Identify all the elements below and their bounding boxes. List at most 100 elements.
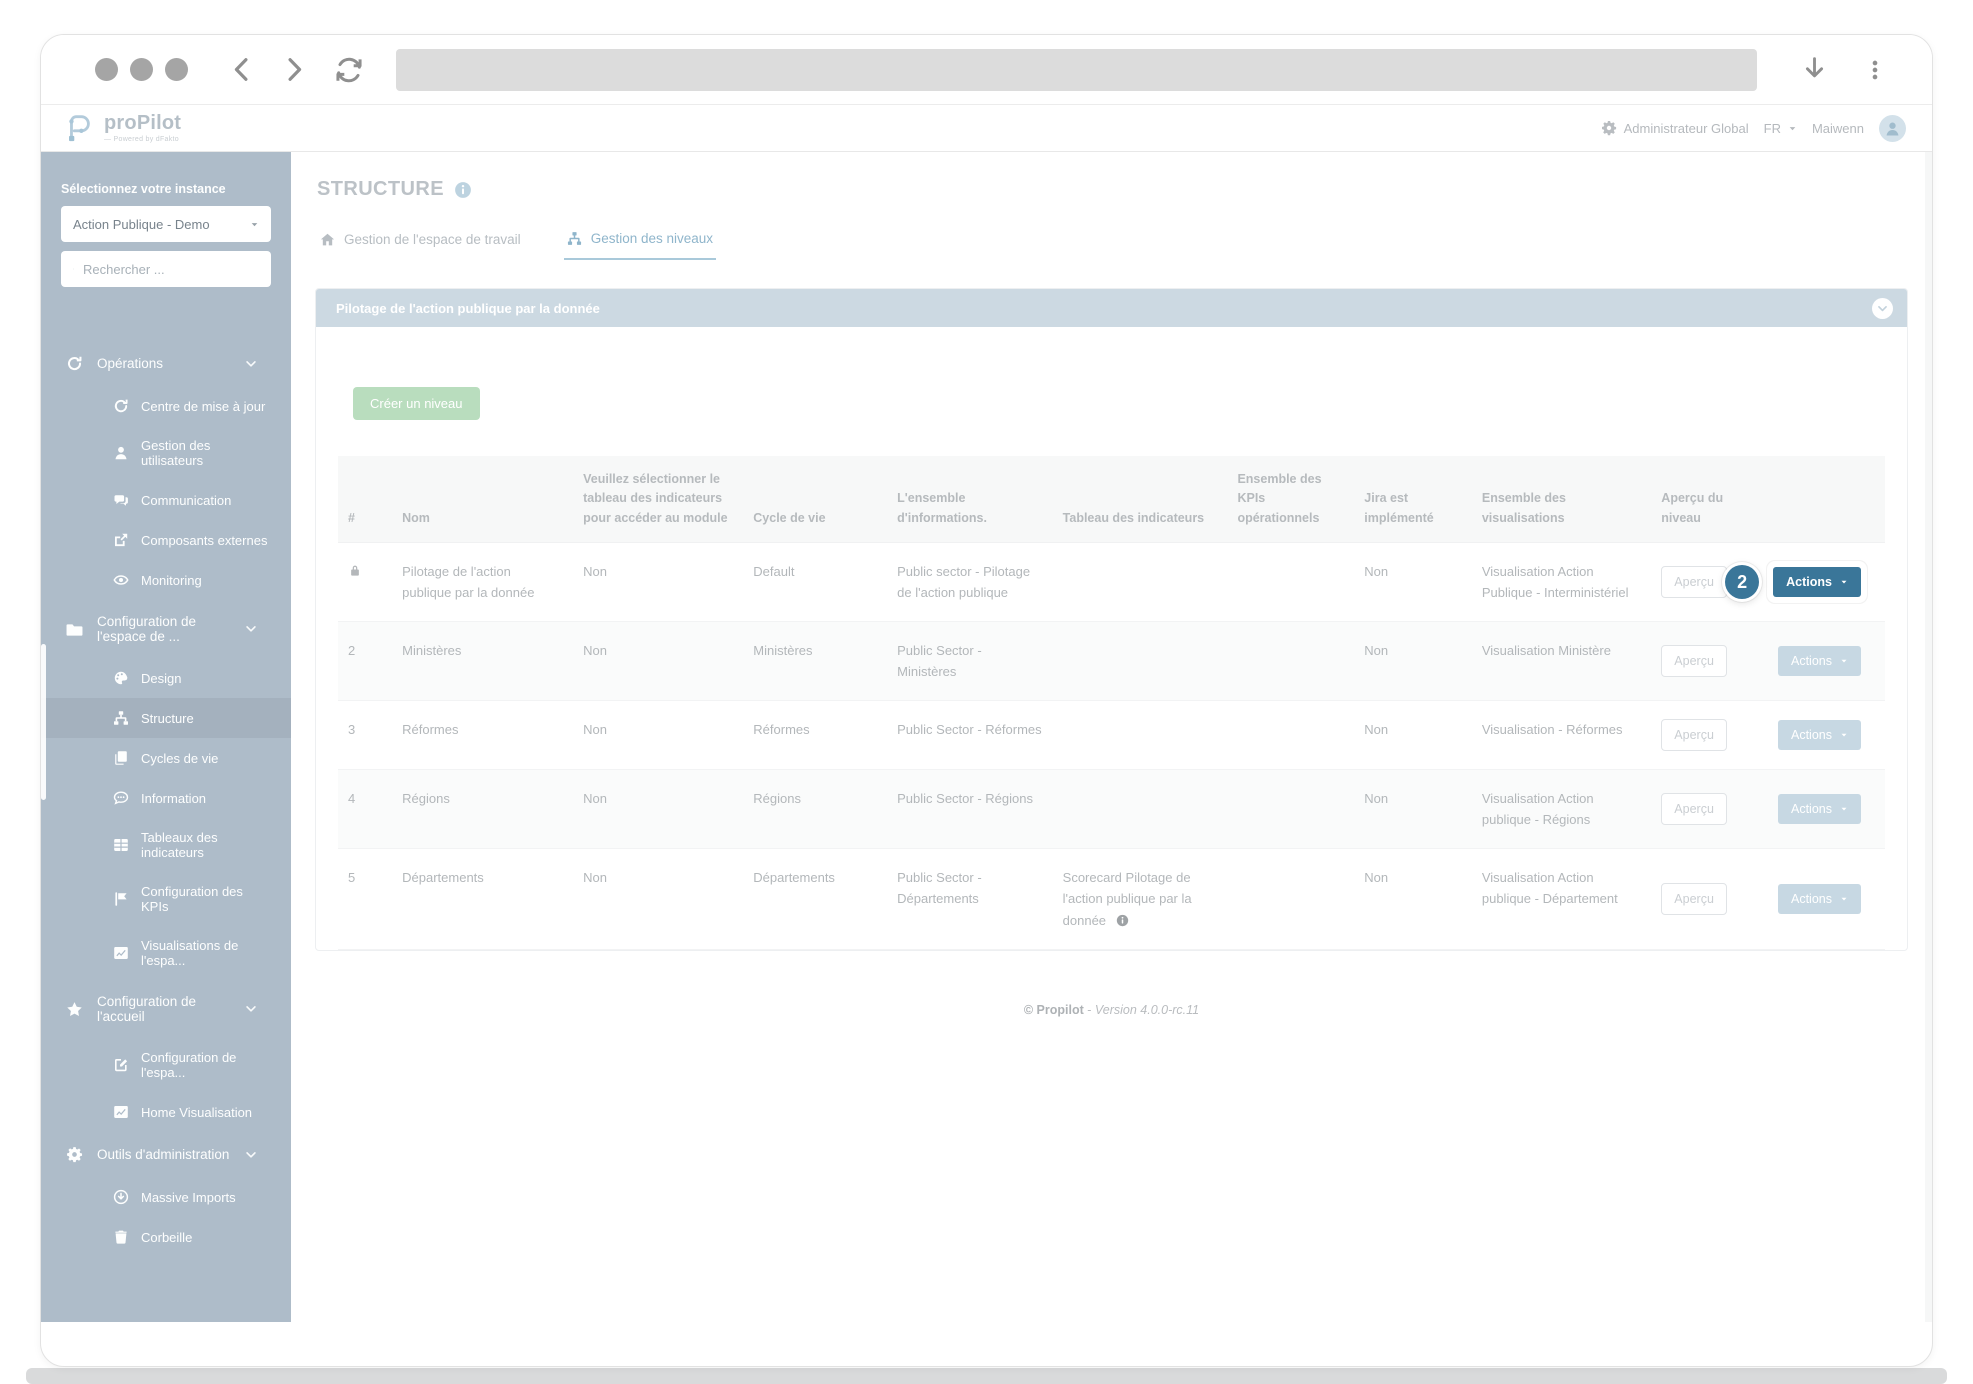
sidebar-item-information[interactable]: Information <box>41 778 291 818</box>
kebab-menu-icon[interactable] <box>1864 59 1886 81</box>
column-header-4: L'ensemble d'informations. <box>887 456 1053 544</box>
cell-number: 5 <box>338 848 393 950</box>
sidebar-section-operations[interactable]: Opérations <box>41 341 291 386</box>
app-header: proPilot — Powered by dFakto Administrat… <box>41 105 1932 152</box>
sidebar-item-gestion-des-utilisateurs[interactable]: Gestion des utilisateurs <box>41 426 291 480</box>
folder-icon <box>66 621 83 638</box>
create-level-button[interactable]: Créer un niveau <box>353 387 480 420</box>
sidebar-item-home-visualisation[interactable]: Home Visualisation <box>41 1092 291 1132</box>
level-panel: Pilotage de l'action publique par la don… <box>315 288 1908 951</box>
actions-button[interactable]: Actions <box>1773 567 1861 598</box>
propilot-logo[interactable]: proPilot — Powered by dFakto <box>63 112 181 144</box>
forward-icon[interactable] <box>281 56 308 83</box>
chevron-down-icon <box>1877 303 1888 314</box>
tab-gestion-des-niveaux[interactable]: Gestion des niveaux <box>563 231 717 260</box>
sidebar-item-monitoring[interactable]: Monitoring <box>41 560 291 600</box>
admin-menu[interactable]: Administrateur Global <box>1601 120 1749 136</box>
sidebar-item-configuration-des-kpis[interactable]: Configuration des KPIs <box>41 872 291 926</box>
cell-module: Non <box>573 542 744 623</box>
column-header-8: Ensemble des visualisations <box>1471 456 1652 544</box>
sidebar-item-label: Centre de mise à jour <box>141 398 266 414</box>
sidebar-item-cycles-de-vie[interactable]: Cycles de vie <box>41 738 291 778</box>
user-menu[interactable]: Maiwenn <box>1812 121 1864 136</box>
cell-nom: Départements <box>392 848 574 950</box>
cell-cycle-de-vie: Départements <box>743 848 888 950</box>
actions-button[interactable]: Actions <box>1778 883 1861 914</box>
lock-icon <box>348 563 362 578</box>
star-icon <box>66 1001 83 1018</box>
main-scrollbar[interactable] <box>1925 152 1932 1322</box>
back-icon[interactable] <box>228 56 255 83</box>
sidebar-item-composants-externes[interactable]: Composants externes <box>41 520 291 560</box>
sidebar-item-label: Configuration de l'espa... <box>141 1050 237 1080</box>
panel-collapse-button[interactable] <box>1872 297 1893 319</box>
external-icon <box>113 532 129 548</box>
sidebar-item-massive-imports[interactable]: Massive Imports <box>41 1177 291 1217</box>
cell-number: 3 <box>338 700 393 771</box>
cell-visualisations: Visualisation Action publique - Régions <box>1471 769 1652 850</box>
cell-tableau-indicateurs <box>1052 769 1228 850</box>
sidebar-item-communication[interactable]: Communication <box>41 480 291 520</box>
gear-icon <box>1601 120 1617 136</box>
cell-cycle-de-vie: Régions <box>743 769 888 850</box>
table-row: 5 Départements Non Départements Public Secto… <box>338 848 1885 950</box>
sidebar-item-label: Monitoring <box>141 572 202 588</box>
avatar[interactable] <box>1879 114 1906 142</box>
search-input[interactable] <box>83 261 259 277</box>
sidebar-item-centre-de-mise-a-jour[interactable]: Centre de mise à jour <box>41 386 291 426</box>
sidebar-section-label: Configuration de l'accueil <box>97 994 197 1024</box>
cell-tableau-indicateurs <box>1052 700 1228 771</box>
cell-actions: Aperçu 2 Actions <box>1651 542 1885 623</box>
sidebar-item-design[interactable]: Design <box>41 658 291 698</box>
address-bar[interactable] <box>396 48 1757 91</box>
actions-button[interactable]: Actions <box>1778 720 1861 751</box>
sidebar-search[interactable] <box>61 251 271 287</box>
apercu-button[interactable]: Aperçu <box>1661 645 1727 678</box>
column-header-9: Aperçu du niveau <box>1651 456 1885 544</box>
cell-module: Non <box>573 848 744 950</box>
column-header-7: Jira est implémenté <box>1354 456 1472 544</box>
instance-selector[interactable]: Action Publique - Demo <box>61 206 271 242</box>
person-icon <box>1884 120 1901 137</box>
actions-button[interactable]: Actions <box>1778 794 1861 825</box>
table-row: 3 Réformes Non Réformes Public Sector - Réfo… <box>338 700 1885 771</box>
chartline-icon <box>113 1104 129 1120</box>
sidebar-scrollbar-thumb[interactable] <box>41 644 46 800</box>
apercu-button[interactable]: Aperçu <box>1661 719 1727 752</box>
sidebar-item-tableaux-des-indicateurs[interactable]: Tableaux des indicateurs <box>41 818 291 872</box>
sidebar-section-configuration-de-l-espace-de[interactable]: Configuration de l'espace de ... <box>41 600 291 658</box>
download-icon[interactable] <box>1801 56 1828 83</box>
info-icon[interactable] <box>454 181 472 199</box>
window-control-dot <box>165 58 188 81</box>
caret-down-icon <box>1788 124 1797 133</box>
sidebar-item-label: Corbeille <box>141 1229 193 1245</box>
edit-icon <box>113 1057 129 1073</box>
actions-button[interactable]: Actions <box>1778 646 1861 677</box>
language-selector[interactable]: FR <box>1764 121 1797 136</box>
username-label: Maiwenn <box>1811 120 1864 136</box>
caret-down-icon <box>1840 578 1848 586</box>
info-icon[interactable] <box>1116 914 1129 927</box>
reload-icon[interactable] <box>334 55 364 85</box>
cell-number <box>338 542 393 623</box>
apercu-button[interactable]: Aperçu <box>1661 882 1727 915</box>
sidebar-item-visualisations-de-l-espa[interactable]: Visualisations de l'espa... <box>41 926 291 980</box>
cell-cycle-de-vie: Réformes <box>743 700 888 771</box>
apercu-button[interactable]: Aperçu <box>1661 793 1727 826</box>
sidebar-item-configuration-de-l-espa[interactable]: Configuration de l'espa... <box>41 1038 291 1092</box>
chevron-down-icon <box>245 1149 257 1161</box>
apercu-button[interactable]: Aperçu <box>1661 566 1727 599</box>
cell-cycle-de-vie: Ministères <box>743 621 888 702</box>
sidebar-item-structure[interactable]: Structure <box>41 698 291 738</box>
background-strip <box>26 1368 1947 1384</box>
sidebar: Sélectionnez votre instance Action Publi… <box>41 152 291 1322</box>
table-icon <box>113 837 129 853</box>
cell-number: 2 <box>338 621 393 702</box>
instance-selector-label: Sélectionnez votre instance <box>61 182 226 196</box>
tab-gestion-de-l-espace-de-travail[interactable]: Gestion de l'espace de travail <box>317 231 524 260</box>
sidebar-section-outils-d-administration[interactable]: Outils d'administration <box>41 1132 291 1177</box>
window-control-dot <box>130 58 153 81</box>
sidebar-item-corbeille[interactable]: Corbeille <box>41 1217 291 1257</box>
cell-visualisations: Visualisation Action Publique - Intermin… <box>1471 542 1652 623</box>
sidebar-section-configuration-de-l-accueil[interactable]: Configuration de l'accueil <box>41 980 291 1038</box>
